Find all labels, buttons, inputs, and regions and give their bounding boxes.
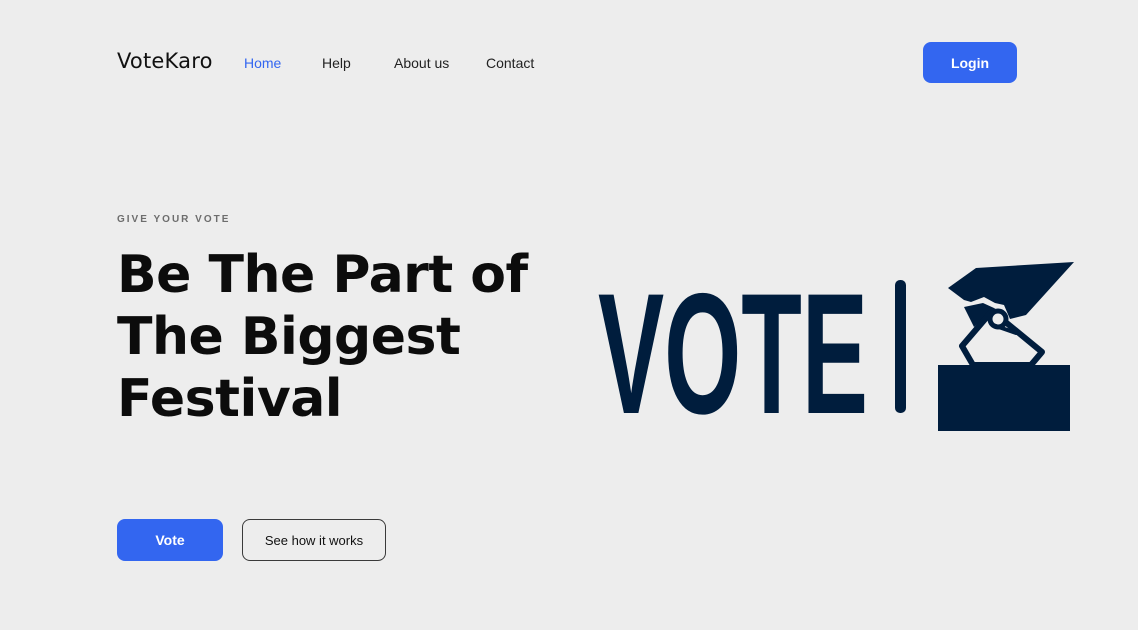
hero-eyebrow: GIVE YOUR VOTE bbox=[117, 214, 231, 225]
vote-illustration: VOTE bbox=[598, 258, 1074, 440]
nav-link-home[interactable]: Home bbox=[244, 55, 281, 71]
nav-link-about-us[interactable]: About us bbox=[394, 55, 449, 71]
vote-illustration-text: VOTE bbox=[598, 258, 868, 440]
hero-headline: Be The Part of The Biggest Festival bbox=[117, 244, 528, 430]
see-how-it-works-button[interactable]: See how it works bbox=[242, 519, 386, 561]
vote-button[interactable]: Vote bbox=[117, 519, 223, 561]
headline-line-1: Be The Part of bbox=[117, 245, 528, 305]
nav-link-help[interactable]: Help bbox=[322, 55, 351, 71]
headline-line-2: The Biggest bbox=[117, 307, 461, 367]
login-button[interactable]: Login bbox=[923, 42, 1017, 83]
nav-link-contact[interactable]: Contact bbox=[486, 55, 534, 71]
brand-logo[interactable]: VoteKaro bbox=[117, 49, 213, 73]
headline-line-3: Festival bbox=[117, 369, 343, 429]
top-navigation: VoteKaro Home Help About us Contact Logi… bbox=[0, 0, 1138, 125]
ballot-box-icon bbox=[938, 262, 1074, 431]
divider-bar bbox=[895, 280, 906, 413]
